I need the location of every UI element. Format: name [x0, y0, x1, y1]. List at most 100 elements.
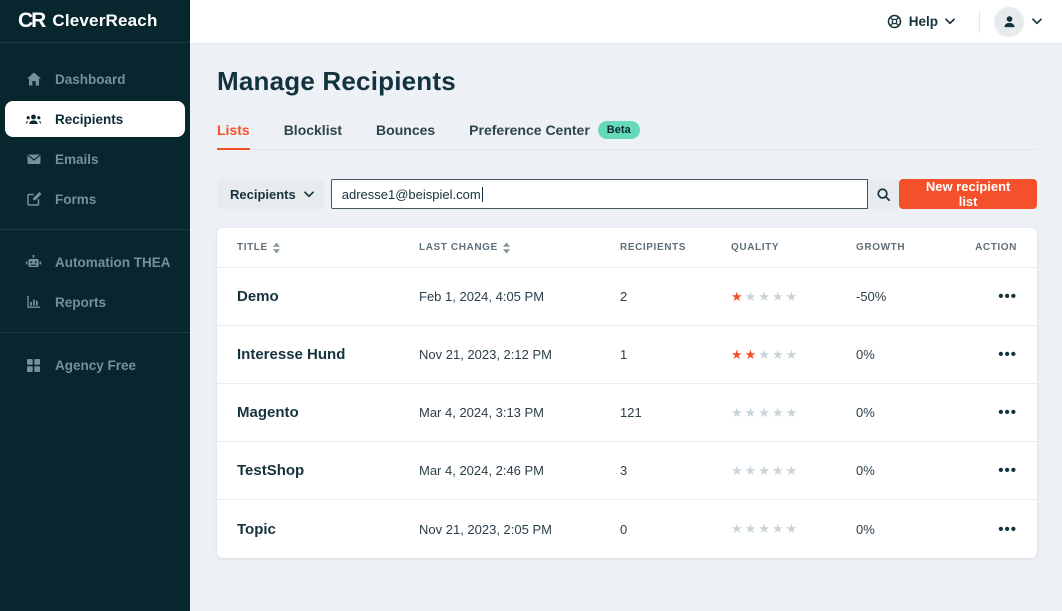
- row-actions-menu-button[interactable]: •••: [990, 459, 1017, 482]
- filter-label: Recipients: [230, 187, 296, 202]
- column-header-quality: QUALITY: [731, 242, 856, 253]
- search-icon: [876, 187, 891, 202]
- growth-value: 0%: [856, 347, 957, 362]
- column-header-action: ACTION: [957, 242, 1017, 253]
- tab-label: Blocklist: [284, 122, 342, 138]
- tab-label: Bounces: [376, 122, 435, 138]
- sidebar-divider: [0, 229, 190, 230]
- table-row: Interesse Hund Nov 21, 2023, 2:12 PM 1 ★…: [217, 326, 1037, 384]
- quality-rating: ★★★★★: [731, 289, 856, 305]
- row-actions-menu-button[interactable]: •••: [990, 343, 1017, 366]
- sidebar-item-reports[interactable]: Reports: [5, 284, 185, 320]
- column-header-title[interactable]: TITLE: [237, 242, 419, 254]
- help-label: Help: [909, 14, 938, 29]
- star-icon: ★: [758, 463, 772, 478]
- last-change-value: Feb 1, 2024, 4:05 PM: [419, 289, 620, 304]
- cleverreach-logo[interactable]: CR CleverReach: [0, 0, 190, 43]
- topbar: Help: [190, 0, 1062, 44]
- star-icon: ★: [745, 463, 759, 478]
- star-icon: ★: [745, 521, 759, 536]
- search-button[interactable]: [868, 179, 899, 209]
- sidebar: CR CleverReach Dashboard Recipients Emai…: [0, 0, 190, 611]
- sidebar-item-label: Emails: [55, 152, 99, 167]
- recipients-count: 0: [620, 522, 731, 537]
- growth-value: 0%: [856, 522, 957, 537]
- sidebar-item-emails[interactable]: Emails: [5, 141, 185, 177]
- robot-icon: [25, 254, 42, 271]
- star-icon: ★: [786, 347, 800, 362]
- column-header-label: ACTION: [975, 242, 1017, 253]
- star-icon: ★: [772, 405, 786, 420]
- recipients-count: 2: [620, 289, 731, 304]
- users-icon: [25, 111, 42, 128]
- sidebar-item-forms[interactable]: Forms: [5, 181, 185, 217]
- star-icon: ★: [745, 289, 759, 304]
- column-header-label: LAST CHANGE: [419, 242, 498, 253]
- search-row: Recipients adresse1@beispiel.com New rec…: [217, 179, 1037, 209]
- row-actions-menu-button[interactable]: •••: [990, 285, 1017, 308]
- quality-rating: ★★★★★: [731, 405, 856, 421]
- star-icon: ★: [745, 405, 759, 420]
- list-title-link[interactable]: Topic: [237, 521, 419, 538]
- sidebar-item-recipients[interactable]: Recipients: [5, 101, 185, 137]
- column-header-label: QUALITY: [731, 242, 779, 253]
- content: Manage Recipients Lists Blocklist Bounce…: [190, 44, 1062, 611]
- star-icon: ★: [731, 405, 745, 420]
- tab-bounces[interactable]: Bounces: [376, 121, 435, 149]
- list-title-link[interactable]: Interesse Hund: [237, 346, 419, 363]
- row-actions-menu-button[interactable]: •••: [990, 518, 1017, 541]
- star-icon: ★: [772, 463, 786, 478]
- column-header-label: TITLE: [237, 242, 268, 253]
- beta-badge: Beta: [598, 121, 640, 139]
- sidebar-item-label: Agency Free: [55, 358, 136, 373]
- home-icon: [25, 71, 42, 88]
- tab-label: Lists: [217, 122, 250, 138]
- help-menu[interactable]: Help: [877, 8, 965, 35]
- table-header-row: TITLE LAST CHANGE RECIPIENTS QUALITY GRO…: [217, 228, 1037, 268]
- chevron-down-icon: [304, 191, 314, 198]
- sidebar-nav: Dashboard Recipients Emails Forms Autom: [0, 43, 190, 387]
- star-icon: ★: [772, 347, 786, 362]
- star-icon: ★: [786, 289, 800, 304]
- list-title-link[interactable]: Magento: [237, 404, 419, 421]
- chart-column-icon: [25, 294, 42, 311]
- growth-value: 0%: [856, 405, 957, 420]
- avatar: [994, 7, 1024, 37]
- column-header-last-change[interactable]: LAST CHANGE: [419, 242, 620, 254]
- recipients-count: 3: [620, 463, 731, 478]
- row-actions-menu-button[interactable]: •••: [990, 401, 1017, 424]
- account-menu[interactable]: [994, 7, 1042, 37]
- page-title: Manage Recipients: [217, 66, 1037, 97]
- sidebar-item-label: Reports: [55, 295, 106, 310]
- quality-rating: ★★★★★: [731, 521, 856, 537]
- last-change-value: Nov 21, 2023, 2:12 PM: [419, 347, 620, 362]
- sidebar-item-automation-thea[interactable]: Automation THEA: [5, 244, 185, 280]
- recipients-count: 121: [620, 405, 731, 420]
- star-icon: ★: [758, 521, 772, 536]
- tab-bar: Lists Blocklist Bounces Preference Cente…: [217, 121, 1037, 150]
- search-filter-dropdown[interactable]: Recipients: [217, 179, 324, 209]
- search-input-value: adresse1@beispiel.com: [342, 187, 481, 202]
- chevron-down-icon: [945, 18, 955, 25]
- new-recipient-list-button[interactable]: New recipient list: [899, 179, 1037, 209]
- quality-rating: ★★★★★: [731, 347, 856, 363]
- last-change-value: Mar 4, 2024, 3:13 PM: [419, 405, 620, 420]
- sidebar-item-dashboard[interactable]: Dashboard: [5, 61, 185, 97]
- star-icon: ★: [758, 347, 772, 362]
- growth-value: 0%: [856, 463, 957, 478]
- tab-blocklist[interactable]: Blocklist: [284, 121, 342, 149]
- star-icon: ★: [786, 521, 800, 536]
- sidebar-item-agency-free[interactable]: Agency Free: [5, 347, 185, 383]
- sidebar-item-label: Automation THEA: [55, 255, 171, 270]
- sidebar-item-label: Forms: [55, 192, 96, 207]
- column-header-growth: GROWTH: [856, 242, 957, 253]
- list-title-link[interactable]: TestShop: [237, 462, 419, 479]
- topbar-divider: [979, 11, 980, 33]
- envelope-icon: [25, 151, 42, 168]
- tab-lists[interactable]: Lists: [217, 121, 250, 149]
- tab-preference-center[interactable]: Preference Center Beta: [469, 121, 639, 149]
- sort-icon: [502, 242, 511, 254]
- star-icon: ★: [731, 521, 745, 536]
- search-input[interactable]: adresse1@beispiel.com: [331, 179, 868, 209]
- list-title-link[interactable]: Demo: [237, 288, 419, 305]
